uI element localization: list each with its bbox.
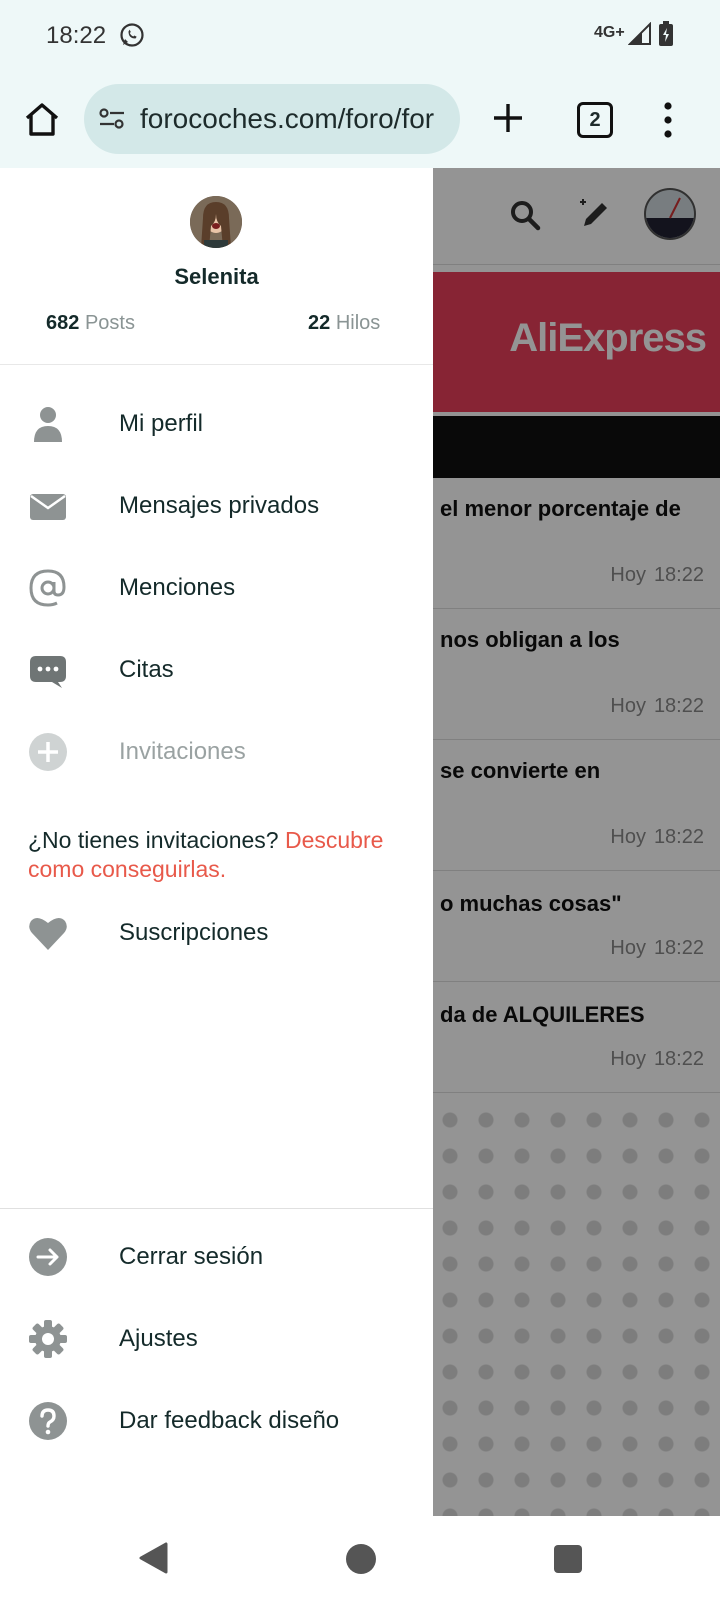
avatar-image bbox=[190, 196, 242, 248]
menu-item-logout[interactable]: Cerrar sesión bbox=[0, 1225, 433, 1289]
menu-item-subscriptions[interactable]: Suscripciones bbox=[0, 901, 433, 965]
menu-label: Suscripciones bbox=[119, 919, 269, 946]
posts-label: Posts bbox=[84, 312, 135, 334]
posts-count: 682 bbox=[46, 312, 80, 334]
home-button[interactable] bbox=[346, 1544, 376, 1574]
menu-item-invitations: Invitaciones bbox=[0, 720, 433, 784]
menu-label: Mensajes privados bbox=[119, 492, 320, 519]
threads-count: 22 bbox=[308, 312, 331, 334]
side-drawer: Selenita 682 Posts 22 Hilos Mi perfil Me… bbox=[0, 168, 433, 1516]
envelope-icon bbox=[30, 494, 66, 520]
invitations-note-text: ¿No tienes invitaciones? bbox=[28, 827, 279, 853]
whatsapp-icon bbox=[120, 23, 144, 47]
status-time: 18:22 bbox=[46, 22, 107, 49]
more-options-icon[interactable] bbox=[660, 100, 676, 140]
menu-item-settings[interactable]: Ajustes bbox=[0, 1307, 433, 1371]
url-text[interactable]: forocoches.com/foro/for bbox=[140, 103, 434, 135]
navigation-bar bbox=[0, 1516, 720, 1600]
battery-icon bbox=[659, 21, 673, 46]
invitations-note: ¿No tienes invitaciones? Descubre como c… bbox=[28, 826, 418, 884]
chat-bubble-icon bbox=[30, 656, 66, 688]
address-bar[interactable]: forocoches.com/foro/for bbox=[84, 84, 460, 154]
menu-label: Mi perfil bbox=[119, 410, 204, 437]
back-icon[interactable] bbox=[138, 1542, 168, 1574]
network-type: 4G+ bbox=[594, 24, 625, 41]
menu-item-messages[interactable]: Mensajes privados bbox=[0, 474, 433, 538]
menu-label: Citas bbox=[119, 656, 174, 683]
menu-item-feedback[interactable]: Dar feedback diseño bbox=[0, 1389, 433, 1453]
heart-icon bbox=[29, 917, 67, 950]
avatar[interactable] bbox=[190, 196, 242, 248]
new-tab-icon[interactable] bbox=[488, 98, 528, 138]
home-icon[interactable] bbox=[22, 100, 62, 140]
username: Selenita bbox=[174, 264, 259, 289]
signal-icon bbox=[628, 22, 651, 45]
menu-item-mentions[interactable]: Menciones bbox=[0, 556, 433, 620]
threads-label: Hilos bbox=[335, 312, 381, 334]
site-settings-icon[interactable] bbox=[98, 107, 126, 131]
status-bar: 18:22 4G+ bbox=[0, 0, 720, 72]
browser-toolbar: forocoches.com/foro/for 2 bbox=[0, 72, 720, 169]
arrow-right-circle-icon bbox=[29, 1238, 67, 1276]
divider bbox=[0, 1208, 433, 1209]
menu-label: Dar feedback diseño bbox=[119, 1407, 340, 1434]
at-sign-icon bbox=[29, 569, 66, 607]
recent-apps-button[interactable] bbox=[554, 1545, 582, 1573]
threads-stat[interactable]: 22 Hilos bbox=[308, 312, 380, 335]
gear-icon bbox=[29, 1320, 67, 1358]
menu-item-profile[interactable]: Mi perfil bbox=[0, 392, 433, 456]
plus-circle-icon bbox=[29, 733, 67, 771]
help-circle-icon bbox=[29, 1402, 67, 1440]
profile-header: Selenita 682 Posts 22 Hilos bbox=[0, 168, 433, 365]
person-icon bbox=[34, 407, 62, 442]
menu-item-quotes[interactable]: Citas bbox=[0, 638, 433, 702]
tab-switcher-button[interactable]: 2 bbox=[577, 102, 613, 138]
menu-label: Ajustes bbox=[119, 1325, 198, 1352]
menu-label: Invitaciones bbox=[119, 738, 246, 765]
menu-label: Menciones bbox=[119, 574, 236, 601]
posts-stat[interactable]: 682 Posts bbox=[46, 312, 135, 335]
menu-label: Cerrar sesión bbox=[119, 1243, 264, 1270]
